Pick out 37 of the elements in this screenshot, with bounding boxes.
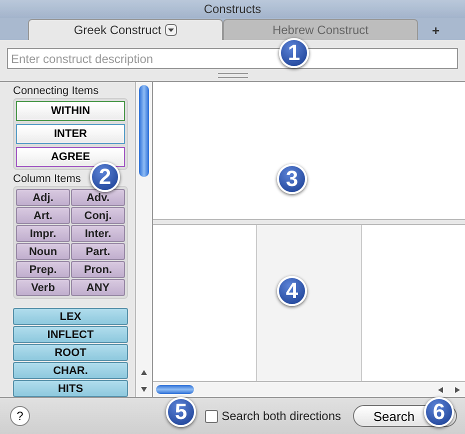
connecting-item-button[interactable]: WITHIN: [16, 101, 125, 121]
vertical-scrollbar[interactable]: [135, 82, 152, 397]
dropdown-icon[interactable]: [165, 24, 178, 36]
add-tab-button[interactable]: +: [422, 23, 450, 38]
section-title: Connecting Items: [13, 85, 99, 97]
item-button[interactable]: HITS: [13, 380, 128, 397]
column-item-button[interactable]: Adj.: [16, 189, 70, 206]
column-item-button[interactable]: Adv.: [71, 189, 125, 206]
scroll-down-icon[interactable]: [140, 385, 148, 393]
section-title: Column Items: [13, 173, 81, 185]
column-item-button[interactable]: Noun: [16, 243, 70, 260]
connecting-item-button[interactable]: INTER: [16, 124, 125, 144]
scroll-left-icon[interactable]: [437, 386, 445, 394]
tab[interactable]: Greek Construct: [28, 19, 223, 40]
item-button[interactable]: CHAR.: [13, 362, 128, 379]
column-item-button[interactable]: Inter.: [71, 225, 125, 242]
scroll-thumb[interactable]: [139, 85, 149, 177]
item-button[interactable]: INFLECT: [13, 326, 128, 343]
connecting-item-button[interactable]: AGREE: [16, 147, 125, 167]
item-button[interactable]: ROOT: [13, 344, 128, 361]
column-item-button[interactable]: Conj.: [71, 207, 125, 224]
help-button[interactable]: ?: [10, 406, 30, 426]
item-button[interactable]: LEX: [13, 308, 128, 325]
column-item-button[interactable]: Impr.: [16, 225, 70, 242]
scroll-up-icon[interactable]: [140, 369, 148, 377]
checkbox[interactable]: [204, 410, 218, 422]
scroll-thumb[interactable]: [156, 385, 194, 394]
horizontal-scrollbar[interactable]: [153, 381, 465, 397]
column-item-button[interactable]: Verb: [16, 279, 70, 296]
column-item-button[interactable]: ANY: [71, 279, 125, 296]
checkbox-label: Search both directions: [222, 409, 341, 423]
scroll-right-icon[interactable]: [453, 386, 461, 394]
column-item-button[interactable]: Part.: [71, 243, 125, 260]
column-item-button[interactable]: Art.: [16, 207, 70, 224]
column-item-button[interactable]: Pron.: [71, 261, 125, 278]
column-item-button[interactable]: Prep.: [16, 261, 70, 278]
window-title: Constructs: [204, 2, 262, 16]
